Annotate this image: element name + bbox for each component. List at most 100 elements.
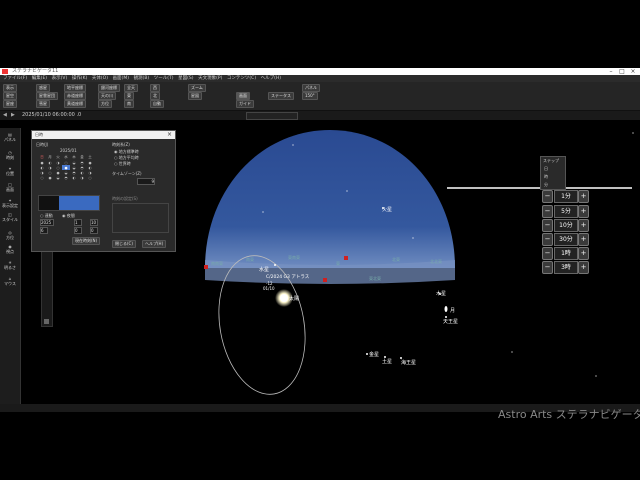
ribbon-button[interactable]: 全天 [124, 84, 138, 92]
menu-item[interactable]: 操作(K) [72, 75, 87, 82]
menu-item[interactable]: ファイル(F) [3, 75, 27, 82]
sky-dome [205, 130, 455, 268]
step-back-button[interactable]: − [542, 261, 553, 274]
step-back-button[interactable]: − [542, 190, 553, 203]
ribbon-button[interactable]: 画面 [236, 92, 250, 100]
step-value[interactable]: 3時 [554, 261, 578, 274]
step-back-button[interactable]: − [542, 247, 553, 260]
ribbon-button[interactable]: ガイド [236, 100, 254, 108]
step-panel: ステップ 日 時 分 [540, 156, 566, 190]
menu-item[interactable]: 星図(S) [178, 75, 193, 82]
fov-select[interactable]: 150° [302, 92, 318, 100]
help-button[interactable]: ヘルプ(H) [142, 240, 167, 248]
menu-item[interactable]: 表示(V) [52, 75, 68, 82]
ribbon-button[interactable]: 方位 [98, 100, 112, 108]
time-system-label: 時刻系(Z) [112, 142, 130, 147]
time-stepper: − 1分 + − 5分 + − 10分 + − 30分 + − 1時 + − 3… [541, 190, 589, 276]
horizon-label: 東北東 [369, 276, 381, 281]
menu-item[interactable]: 天文現象(P) [198, 75, 222, 82]
menu-item[interactable]: 画面(M) [113, 75, 129, 82]
step-back-button[interactable]: − [542, 205, 553, 218]
calendar[interactable]: 日月火水木金土 ● ◐ ◑ ○ ◒ ◓ ● ◐ ◑ ○ ● ◒ ◓ ◐ ◑ ○ ● ◒ ◓ ◐ ◑ ○ ● ◒ ◓ ◐ ◑ ○ [38, 155, 94, 180]
time-play-icon[interactable]: ◀ [3, 112, 7, 118]
disabled-group [112, 203, 169, 233]
ribbon-button[interactable]: 北 [150, 92, 160, 100]
ribbon-button[interactable]: 星座 [3, 100, 17, 108]
time-step-icon[interactable]: ▶ [11, 112, 15, 118]
ribbon-button[interactable]: 星雲星団 [36, 92, 58, 100]
minimize-icon[interactable]: – [606, 68, 616, 75]
moon-dot[interactable] [444, 306, 448, 312]
step-value[interactable]: 1分 [554, 190, 578, 203]
now-button[interactable]: 現在時刻(N) [72, 237, 101, 245]
close-icon[interactable]: × [628, 68, 638, 75]
year-input[interactable]: 2025 [40, 219, 54, 226]
maximize-icon[interactable]: □ [617, 68, 627, 75]
ribbon-button[interactable]: 銀河座標 [98, 84, 120, 92]
datetime-display[interactable]: 2025/01/10 06:00:00 .0 [22, 112, 81, 118]
step-value[interactable]: 30分 [554, 233, 578, 246]
ribbon-button[interactable]: 黄道座標 [64, 100, 86, 108]
ribbon-button[interactable]: 南 [124, 100, 134, 108]
year-month: 2025/01 [60, 148, 77, 153]
step-forward-button[interactable]: + [578, 247, 589, 260]
step-forward-button[interactable]: + [578, 190, 589, 203]
step-value[interactable]: 5分 [554, 205, 578, 218]
menu-item[interactable]: ヘルプ(H) [261, 75, 281, 82]
day-input[interactable]: 10 [90, 219, 98, 226]
month-input[interactable]: 1 [74, 219, 82, 226]
moon-label: 月 [450, 308, 456, 314]
close-icon[interactable]: × [167, 131, 172, 138]
ribbon-button[interactable]: 自動 [150, 100, 164, 108]
venus-dot[interactable] [366, 353, 368, 355]
dialog-titlebar[interactable]: 日時 × [32, 131, 175, 139]
night-check[interactable]: ◉ 夜間 [62, 213, 75, 219]
ribbon-button[interactable]: 地平座標 [64, 84, 86, 92]
ribbon-button[interactable]: 惑星 [36, 84, 50, 92]
step-forward-button[interactable]: + [578, 205, 589, 218]
ribbon-button[interactable]: 西 [150, 84, 160, 92]
step-back-button[interactable]: − [542, 219, 553, 232]
menu-item[interactable]: ツール(T) [154, 75, 174, 82]
red-marker [204, 265, 208, 269]
window-title: ステラナビゲータ11 [12, 68, 59, 74]
step-unit[interactable]: 分 [544, 182, 548, 188]
second-input[interactable]: 0 [90, 227, 98, 234]
step-row: − 30分 + [541, 233, 589, 246]
minute-input[interactable]: 0 [74, 227, 82, 234]
horizon-label: 北北東 [430, 259, 442, 264]
step-unit[interactable]: 日 [544, 166, 548, 172]
step-unit[interactable]: 時 [544, 174, 548, 180]
status-button[interactable]: ステータス [268, 92, 294, 100]
ribbon-button[interactable]: 天の川 [98, 92, 116, 100]
ribbon-button[interactable]: 彗星 [36, 100, 50, 108]
search-box[interactable] [246, 112, 298, 120]
close-button[interactable]: 閉じる(C) [112, 240, 136, 248]
sun-disc[interactable] [280, 294, 288, 302]
step-forward-button[interactable]: + [578, 233, 589, 246]
step-value[interactable]: 1時 [554, 247, 578, 260]
menu-item[interactable]: 編集(E) [32, 75, 47, 82]
time-opt-radio[interactable]: ○ 世界時 [114, 161, 131, 167]
menu-item[interactable]: コンテンツ(C) [227, 75, 256, 82]
hour-input[interactable]: 6 [40, 227, 48, 234]
ribbon-button[interactable]: 星空 [3, 92, 17, 100]
ribbon-button[interactable]: ズーム [188, 84, 206, 92]
step-back-button[interactable]: − [542, 233, 553, 246]
view-select[interactable]: パネル [302, 84, 320, 92]
step-forward-button[interactable]: + [578, 219, 589, 232]
step-forward-button[interactable]: + [578, 261, 589, 274]
time-slider[interactable] [38, 195, 100, 211]
saturn-label: 土星 [382, 359, 393, 365]
step-value[interactable]: 10分 [554, 219, 578, 232]
ribbon-toolbar: 表示 星空 星座 惑星 星雲星団 彗星 地平座標 赤道座標 黄道座標 銀河座標 … [0, 82, 640, 111]
timezone-input[interactable]: 9 [137, 178, 155, 185]
ribbon-button[interactable]: 東 [124, 92, 134, 100]
ribbon-button[interactable]: 表示 [3, 84, 17, 92]
mercury-dot[interactable] [274, 264, 276, 266]
ribbon-button[interactable]: 赤道座標 [64, 92, 86, 100]
ribbon-button[interactable]: 星図 [188, 92, 202, 100]
menu-item[interactable]: 天体(O) [92, 75, 108, 82]
step-row: − 3時 + [541, 261, 589, 274]
menu-item[interactable]: 観測(B) [134, 75, 150, 82]
